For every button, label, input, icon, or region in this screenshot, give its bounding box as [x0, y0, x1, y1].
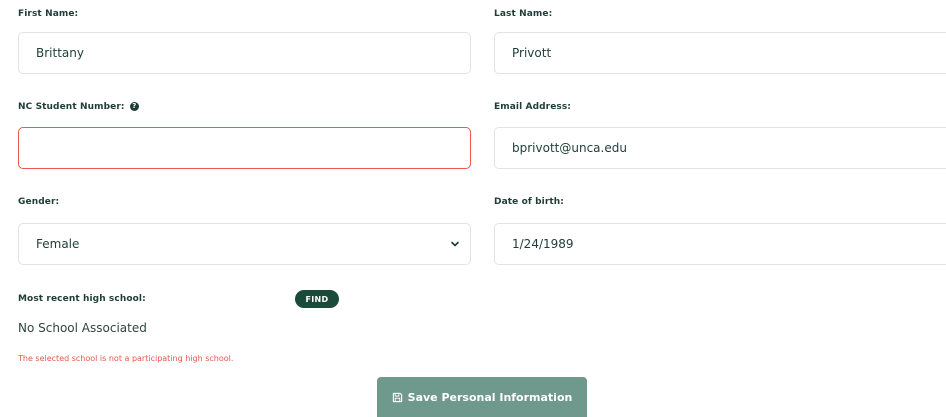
chevron-down-icon: [451, 241, 459, 247]
save-icon: [392, 392, 402, 402]
student-number-label: NC Student Number: ?: [18, 102, 139, 112]
first-name-input[interactable]: Brittany: [18, 32, 471, 74]
gender-select[interactable]: Female: [18, 223, 471, 265]
find-school-button[interactable]: FIND: [295, 290, 339, 308]
high-school-error: The selected school is not a participati…: [18, 354, 234, 363]
student-number-label-text: NC Student Number:: [18, 102, 125, 112]
last-name-label: Last Name:: [494, 9, 553, 19]
student-number-input[interactable]: [18, 127, 471, 169]
save-personal-info-button[interactable]: Save Personal Information: [377, 377, 587, 417]
save-button-label: Save Personal Information: [407, 390, 573, 404]
high-school-label: Most recent high school:: [18, 294, 146, 304]
dob-label: Date of birth:: [494, 197, 564, 207]
dob-input[interactable]: 1/24/1989: [494, 223, 946, 265]
gender-label: Gender:: [18, 197, 60, 207]
first-name-label: First Name:: [18, 9, 79, 19]
help-icon[interactable]: ?: [129, 102, 139, 111]
email-input[interactable]: bprivott@unca.edu: [494, 127, 946, 169]
email-label: Email Address:: [494, 102, 572, 112]
high-school-value: No School Associated: [18, 321, 147, 335]
last-name-input[interactable]: Privott: [494, 32, 946, 74]
gender-select-value: Female: [36, 237, 80, 251]
